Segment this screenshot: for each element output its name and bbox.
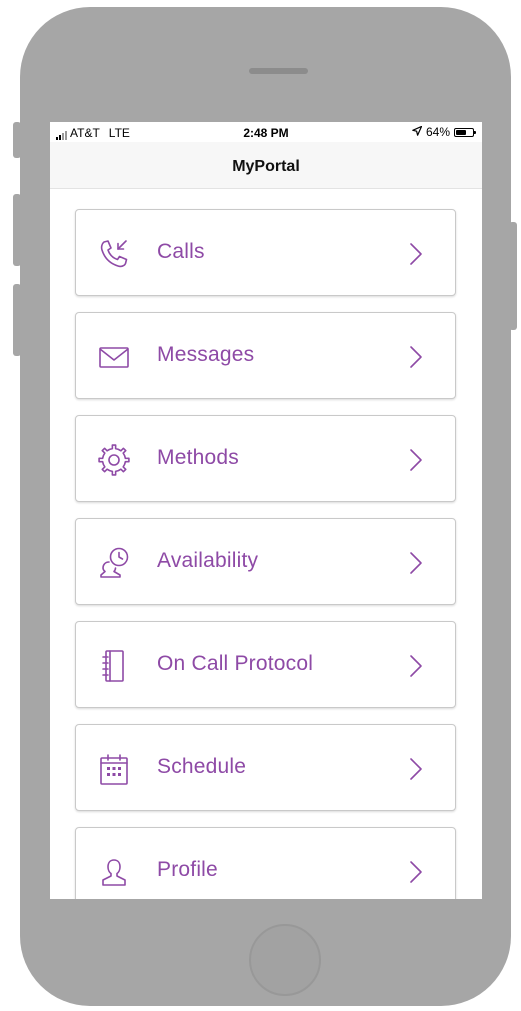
menu-item-label: On Call Protocol [157,652,314,675]
gear-icon [97,443,131,477]
speaker-grille [249,68,308,74]
menu-item-label: Profile [157,858,218,881]
battery-icon [454,127,476,137]
battery-cap [474,130,476,134]
battery-fill [456,129,466,135]
user-icon [97,855,131,889]
chevron-right-icon [409,345,423,369]
envelope-icon [97,340,131,374]
menu-item-methods[interactable]: Methods [75,415,456,502]
battery-percent: 64% [425,125,450,139]
chevron-right-icon [409,757,423,781]
chevron-right-icon [409,242,423,266]
home-button[interactable] [249,924,321,996]
menu-item-availability[interactable]: Availability [75,518,456,605]
menu-item-schedule[interactable]: Schedule [75,724,456,811]
status-right: 64% [412,125,476,139]
notebook-icon [97,649,131,683]
calendar-icon [97,752,131,786]
screen: AT&T LTE 2:48 PM 64% MyPortal Calls Mess… [50,122,482,899]
chevron-right-icon [409,448,423,472]
menu-list: Calls Messages Methods Availability On C… [75,209,456,899]
person-clock-icon [97,546,131,580]
menu-item-calls[interactable]: Calls [75,209,456,296]
menu-item-messages[interactable]: Messages [75,312,456,399]
chevron-right-icon [409,860,423,884]
menu-item-label: Methods [157,446,239,469]
menu-item-label: Calls [157,240,205,263]
menu-item-profile[interactable]: Profile [75,827,456,899]
page-title: MyPortal [232,158,300,175]
menu-item-on-call-protocol[interactable]: On Call Protocol [75,621,456,708]
menu-item-label: Schedule [157,755,247,778]
phone-incoming-icon [97,237,131,271]
status-bar: AT&T LTE 2:48 PM 64% [50,122,482,142]
location-arrow-icon [412,125,423,139]
chevron-right-icon [409,551,423,575]
chevron-right-icon [409,654,423,678]
menu-item-label: Messages [157,343,255,366]
nav-bar: MyPortal [50,142,482,189]
menu-item-label: Availability [157,549,259,572]
